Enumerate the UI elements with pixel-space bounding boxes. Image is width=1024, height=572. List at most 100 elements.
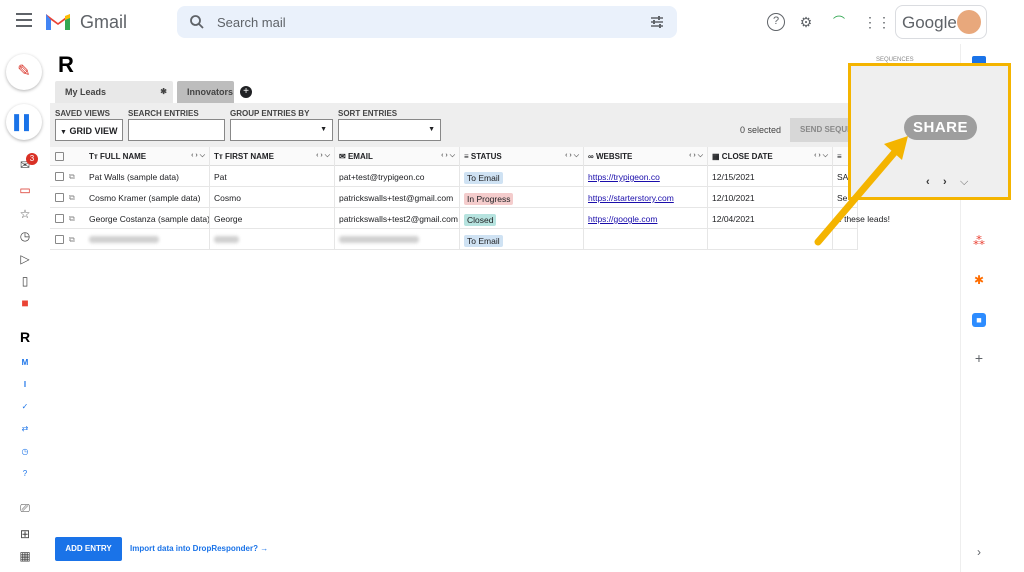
- new-meeting-icon[interactable]: ⊞: [16, 526, 34, 542]
- menu-icon[interactable]: [16, 13, 32, 27]
- status-cell[interactable]: To Email: [460, 166, 584, 187]
- swap-label-icon[interactable]: ⇄: [16, 421, 34, 437]
- help-icon[interactable]: ?: [767, 13, 785, 31]
- column-header[interactable]: ∞ WEBSITE ‹ › ⌵: [584, 147, 708, 166]
- zapier-app-icon[interactable]: ✱: [972, 273, 986, 287]
- sequences-label[interactable]: SEQUENCES: [876, 57, 914, 63]
- full-name-cell[interactable]: George Costanza (sample data): [85, 208, 210, 229]
- pause-icon[interactable]: ▌▌: [6, 104, 42, 140]
- column-header[interactable]: ✉ EMAIL ‹ › ⌵: [335, 147, 460, 166]
- saved-views-dropdown[interactable]: ▼ GRID VIEW: [55, 119, 123, 141]
- table-row[interactable]: ⧉ Pat Walls (sample data) Pat pat+test@t…: [50, 166, 858, 187]
- zoom-app-icon[interactable]: ■: [972, 313, 986, 327]
- column-label: CLOSE DATE: [721, 152, 773, 161]
- status-badge: To Email: [464, 235, 503, 247]
- addon-icon[interactable]: ⌒: [830, 13, 848, 31]
- email-cell[interactable]: pat+test@trypigeon.co: [335, 166, 460, 187]
- chevron-left-icon[interactable]: ‹: [926, 176, 930, 188]
- row-checkbox[interactable]: [55, 193, 64, 202]
- add-entry-button[interactable]: ADD ENTRY: [55, 537, 122, 561]
- meet-icon[interactable]: ⎚: [16, 500, 34, 516]
- email-cell[interactable]: [335, 229, 460, 250]
- row-checkbox[interactable]: [55, 214, 64, 223]
- open-record-icon[interactable]: ⧉: [69, 214, 78, 223]
- search-bar[interactable]: Search mail: [177, 6, 677, 38]
- row-checkbox[interactable]: [55, 172, 64, 181]
- full-name-cell[interactable]: Pat Walls (sample data): [85, 166, 210, 187]
- label-icon[interactable]: ■: [16, 295, 34, 311]
- website-cell[interactable]: https://starterstory.com: [584, 187, 708, 208]
- list-type-icon: ≡: [464, 152, 469, 161]
- open-record-icon[interactable]: ⧉: [69, 235, 78, 244]
- column-header[interactable]: Tт FIRST NAME ‹ › ⌵: [210, 147, 335, 166]
- important-icon[interactable]: ▭: [16, 182, 34, 198]
- column-sort-icon[interactable]: ‹ › ⌵: [316, 152, 330, 160]
- open-record-icon[interactable]: ⧉: [69, 172, 78, 181]
- tab-innovators[interactable]: Innovators: [177, 81, 234, 103]
- email-type-icon: ✉: [339, 152, 346, 161]
- open-record-icon[interactable]: ⧉: [69, 193, 78, 202]
- first-name-cell[interactable]: [210, 229, 335, 250]
- column-header[interactable]: Tт FULL NAME ‹ › ⌵: [85, 147, 210, 166]
- full-name-cell[interactable]: [85, 229, 210, 250]
- tab-my-leads[interactable]: My Leads ✱: [55, 81, 173, 103]
- chevron-down-icon[interactable]: ⌵: [960, 176, 968, 189]
- email-cell[interactable]: patrickswalls+test@gmail.com: [335, 187, 460, 208]
- apps-grid-icon[interactable]: ⋮⋮: [863, 13, 891, 31]
- dropresponder-icon[interactable]: R: [16, 329, 34, 345]
- contacts-app-icon[interactable]: ⁂: [972, 234, 986, 248]
- search-icon[interactable]: [189, 14, 205, 30]
- full-name-cell[interactable]: Cosmo Kramer (sample data): [85, 187, 210, 208]
- website-link[interactable]: https://google.com: [588, 214, 657, 224]
- snoozed-clock-icon[interactable]: ◷: [16, 228, 34, 244]
- avatar[interactable]: [957, 10, 981, 34]
- column-sort-icon[interactable]: ‹ › ⌵: [191, 152, 205, 160]
- add-tab-icon[interactable]: +: [240, 86, 252, 98]
- settings-gear-icon[interactable]: ⚙: [797, 13, 815, 31]
- select-all-checkbox[interactable]: [55, 152, 64, 161]
- i-label-icon[interactable]: I: [16, 377, 34, 393]
- clock-label-icon[interactable]: ◷: [16, 444, 34, 460]
- status-cell[interactable]: To Email: [460, 229, 584, 250]
- website-link[interactable]: https://trypigeon.co: [588, 172, 660, 182]
- row-checkbox[interactable]: [55, 235, 64, 244]
- account-switcher[interactable]: Google: [895, 5, 987, 39]
- column-sort-icon[interactable]: ‹ › ⌵: [689, 152, 703, 160]
- website-cell[interactable]: https://trypigeon.co: [584, 166, 708, 187]
- website-link[interactable]: https://starterstory.com: [588, 193, 674, 203]
- sort-entries-select[interactable]: ▼: [338, 119, 441, 141]
- import-data-link[interactable]: Import data into DropResponder? →: [130, 544, 268, 553]
- first-name-cell[interactable]: Cosmo: [210, 187, 335, 208]
- add-addon-icon[interactable]: +: [972, 351, 986, 365]
- search-options-icon[interactable]: [649, 14, 665, 30]
- first-name-cell[interactable]: George: [210, 208, 335, 229]
- drafts-icon[interactable]: ▯: [16, 273, 34, 289]
- chevron-right-icon[interactable]: ›: [972, 545, 986, 559]
- search-input[interactable]: Search mail: [217, 15, 286, 30]
- compose-pencil-icon[interactable]: ✎: [6, 54, 42, 90]
- website-cell[interactable]: [584, 229, 708, 250]
- table-row[interactable]: ⧉ Cosmo Kramer (sample data) Cosmo patri…: [50, 187, 858, 208]
- tab-settings-icon[interactable]: ✱: [160, 87, 167, 96]
- help-label-icon[interactable]: ?: [16, 466, 34, 482]
- starred-icon[interactable]: ☆: [16, 206, 34, 222]
- calendar-icon[interactable]: ▦: [16, 548, 34, 564]
- email-cell[interactable]: patrickswalls+test2@gmail.com: [335, 208, 460, 229]
- table-row[interactable]: ⧉ To Email: [50, 229, 858, 250]
- check-label-icon[interactable]: ✓: [16, 399, 34, 415]
- column-sort-icon[interactable]: ‹ › ⌵: [565, 152, 579, 160]
- website-cell[interactable]: https://google.com: [584, 208, 708, 229]
- gmail-logo[interactable]: [44, 10, 72, 32]
- first-name-cell[interactable]: Pat: [210, 166, 335, 187]
- column-header[interactable]: ≡ STATUS ‹ › ⌵: [460, 147, 584, 166]
- m-label-icon[interactable]: M: [16, 355, 34, 371]
- column-sort-icon[interactable]: ‹ › ⌵: [441, 152, 455, 160]
- status-cell[interactable]: In Progress: [460, 187, 584, 208]
- search-entries-input[interactable]: [128, 119, 225, 141]
- group-by-select[interactable]: ▼: [230, 119, 333, 141]
- sent-icon[interactable]: ▷: [16, 251, 34, 267]
- status-cell[interactable]: Closed: [460, 208, 584, 229]
- gmail-title: Gmail: [80, 12, 128, 32]
- chevron-right-icon[interactable]: ›: [943, 176, 947, 188]
- table-row[interactable]: ⧉ George Costanza (sample data) George p…: [50, 208, 890, 229]
